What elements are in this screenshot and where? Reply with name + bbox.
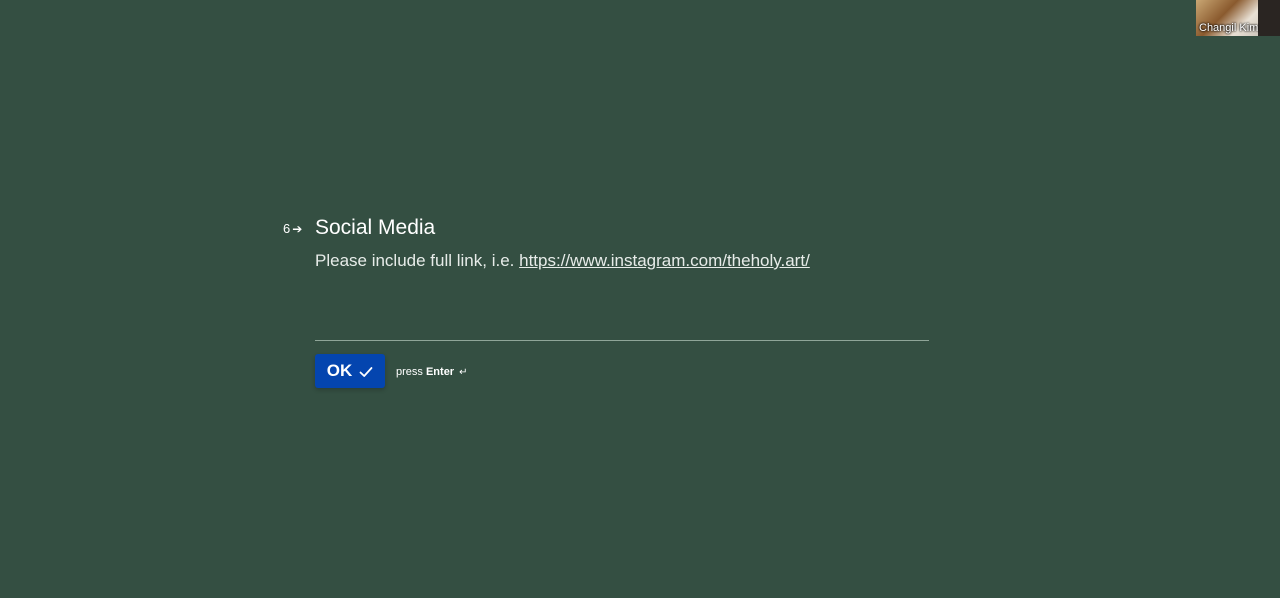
- ok-button[interactable]: OK: [315, 354, 385, 388]
- question-number-text: 6: [283, 221, 291, 236]
- description-link[interactable]: https://www.instagram.com/theholy.art/: [519, 251, 810, 270]
- return-icon: ↵: [459, 367, 468, 378]
- participant-name: Changil Kim: [1199, 22, 1259, 34]
- arrow-right-icon: ➔: [292, 221, 303, 236]
- check-icon: [359, 364, 373, 378]
- question-number: 6 ➔: [283, 221, 302, 236]
- question-title: Social Media: [315, 216, 436, 239]
- enter-key-label: Enter: [425, 366, 455, 378]
- press-enter-hint: press Enter ↵: [396, 366, 468, 378]
- question-description: Please include full link, i.e. https://w…: [315, 251, 810, 271]
- form-page: Changil Kim 6 ➔ Social Media Please incl…: [0, 0, 1280, 598]
- ok-label: OK: [326, 361, 353, 380]
- answer-input[interactable]: [315, 306, 929, 341]
- ok-row: OK press Enter ↵: [315, 354, 468, 388]
- video-shadow: [1258, 0, 1280, 36]
- video-thumbnail[interactable]: Changil Kim: [1196, 0, 1280, 36]
- press-label: press: [396, 366, 423, 378]
- description-text: Please include full link, i.e.: [315, 251, 520, 270]
